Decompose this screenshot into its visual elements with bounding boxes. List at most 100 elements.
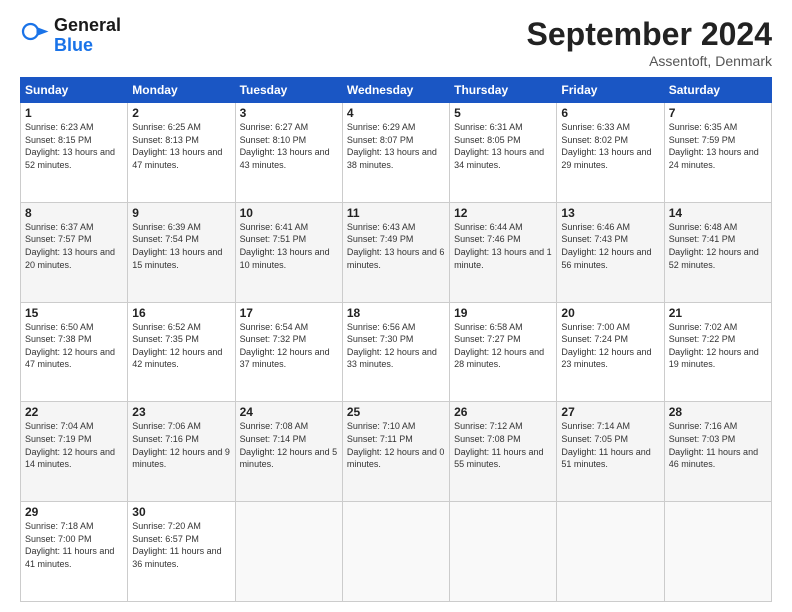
calendar-week: 8 Sunrise: 6:37 AM Sunset: 7:57 PM Dayli… [21, 202, 772, 302]
table-row: 21 Sunrise: 7:02 AM Sunset: 7:22 PM Dayl… [664, 302, 771, 402]
table-row: 7 Sunrise: 6:35 AM Sunset: 7:59 PM Dayli… [664, 103, 771, 203]
table-row: 28 Sunrise: 7:16 AM Sunset: 7:03 PM Dayl… [664, 402, 771, 502]
day-info: Sunrise: 6:48 AM Sunset: 7:41 PM Dayligh… [669, 221, 767, 271]
table-row: 1 Sunrise: 6:23 AM Sunset: 8:15 PM Dayli… [21, 103, 128, 203]
table-row: 4 Sunrise: 6:29 AM Sunset: 8:07 PM Dayli… [342, 103, 449, 203]
day-number: 7 [669, 106, 767, 120]
day-info: Sunrise: 6:56 AM Sunset: 7:30 PM Dayligh… [347, 321, 445, 371]
day-info: Sunrise: 7:00 AM Sunset: 7:24 PM Dayligh… [561, 321, 659, 371]
day-info: Sunrise: 7:20 AM Sunset: 6:57 PM Dayligh… [132, 520, 230, 570]
table-row: 17 Sunrise: 6:54 AM Sunset: 7:32 PM Dayl… [235, 302, 342, 402]
table-row: 25 Sunrise: 7:10 AM Sunset: 7:11 PM Dayl… [342, 402, 449, 502]
table-row: 5 Sunrise: 6:31 AM Sunset: 8:05 PM Dayli… [450, 103, 557, 203]
month-title: September 2024 [527, 16, 772, 53]
day-info: Sunrise: 6:44 AM Sunset: 7:46 PM Dayligh… [454, 221, 552, 271]
table-row: 19 Sunrise: 6:58 AM Sunset: 7:27 PM Dayl… [450, 302, 557, 402]
day-number: 24 [240, 405, 338, 419]
table-row: 14 Sunrise: 6:48 AM Sunset: 7:41 PM Dayl… [664, 202, 771, 302]
header: General Blue September 2024 Assentoft, D… [20, 16, 772, 69]
day-number: 26 [454, 405, 552, 419]
table-row [235, 502, 342, 602]
day-number: 10 [240, 206, 338, 220]
day-info: Sunrise: 6:35 AM Sunset: 7:59 PM Dayligh… [669, 121, 767, 171]
table-row: 16 Sunrise: 6:52 AM Sunset: 7:35 PM Dayl… [128, 302, 235, 402]
day-number: 22 [25, 405, 123, 419]
day-info: Sunrise: 6:31 AM Sunset: 8:05 PM Dayligh… [454, 121, 552, 171]
col-tuesday: Tuesday [235, 78, 342, 103]
day-number: 29 [25, 505, 123, 519]
day-info: Sunrise: 6:58 AM Sunset: 7:27 PM Dayligh… [454, 321, 552, 371]
day-number: 27 [561, 405, 659, 419]
header-row: Sunday Monday Tuesday Wednesday Thursday… [21, 78, 772, 103]
logo-icon [20, 21, 50, 51]
location-subtitle: Assentoft, Denmark [527, 53, 772, 69]
table-row: 29 Sunrise: 7:18 AM Sunset: 7:00 PM Dayl… [21, 502, 128, 602]
day-info: Sunrise: 7:14 AM Sunset: 7:05 PM Dayligh… [561, 420, 659, 470]
table-row: 18 Sunrise: 6:56 AM Sunset: 7:30 PM Dayl… [342, 302, 449, 402]
table-row: 13 Sunrise: 6:46 AM Sunset: 7:43 PM Dayl… [557, 202, 664, 302]
day-number: 14 [669, 206, 767, 220]
day-number: 2 [132, 106, 230, 120]
table-row [664, 502, 771, 602]
day-info: Sunrise: 7:10 AM Sunset: 7:11 PM Dayligh… [347, 420, 445, 470]
day-info: Sunrise: 7:16 AM Sunset: 7:03 PM Dayligh… [669, 420, 767, 470]
day-number: 16 [132, 306, 230, 320]
col-wednesday: Wednesday [342, 78, 449, 103]
logo-blue: Blue [54, 36, 121, 56]
col-saturday: Saturday [664, 78, 771, 103]
logo-general: General [54, 16, 121, 36]
calendar-week: 22 Sunrise: 7:04 AM Sunset: 7:19 PM Dayl… [21, 402, 772, 502]
day-number: 17 [240, 306, 338, 320]
table-row: 22 Sunrise: 7:04 AM Sunset: 7:19 PM Dayl… [21, 402, 128, 502]
day-info: Sunrise: 6:23 AM Sunset: 8:15 PM Dayligh… [25, 121, 123, 171]
day-info: Sunrise: 7:02 AM Sunset: 7:22 PM Dayligh… [669, 321, 767, 371]
day-info: Sunrise: 6:25 AM Sunset: 8:13 PM Dayligh… [132, 121, 230, 171]
title-block: September 2024 Assentoft, Denmark [527, 16, 772, 69]
calendar-week: 15 Sunrise: 6:50 AM Sunset: 7:38 PM Dayl… [21, 302, 772, 402]
logo-text: General Blue [54, 16, 121, 56]
day-info: Sunrise: 6:37 AM Sunset: 7:57 PM Dayligh… [25, 221, 123, 271]
day-number: 13 [561, 206, 659, 220]
day-info: Sunrise: 6:52 AM Sunset: 7:35 PM Dayligh… [132, 321, 230, 371]
table-row: 20 Sunrise: 7:00 AM Sunset: 7:24 PM Dayl… [557, 302, 664, 402]
day-number: 30 [132, 505, 230, 519]
table-row: 12 Sunrise: 6:44 AM Sunset: 7:46 PM Dayl… [450, 202, 557, 302]
day-number: 11 [347, 206, 445, 220]
table-row: 2 Sunrise: 6:25 AM Sunset: 8:13 PM Dayli… [128, 103, 235, 203]
day-info: Sunrise: 7:06 AM Sunset: 7:16 PM Dayligh… [132, 420, 230, 470]
day-info: Sunrise: 6:27 AM Sunset: 8:10 PM Dayligh… [240, 121, 338, 171]
day-number: 6 [561, 106, 659, 120]
table-row: 27 Sunrise: 7:14 AM Sunset: 7:05 PM Dayl… [557, 402, 664, 502]
day-number: 4 [347, 106, 445, 120]
day-info: Sunrise: 6:41 AM Sunset: 7:51 PM Dayligh… [240, 221, 338, 271]
table-row: 9 Sunrise: 6:39 AM Sunset: 7:54 PM Dayli… [128, 202, 235, 302]
day-number: 23 [132, 405, 230, 419]
table-row [450, 502, 557, 602]
table-row: 3 Sunrise: 6:27 AM Sunset: 8:10 PM Dayli… [235, 103, 342, 203]
day-info: Sunrise: 7:12 AM Sunset: 7:08 PM Dayligh… [454, 420, 552, 470]
table-row: 6 Sunrise: 6:33 AM Sunset: 8:02 PM Dayli… [557, 103, 664, 203]
table-row: 23 Sunrise: 7:06 AM Sunset: 7:16 PM Dayl… [128, 402, 235, 502]
day-number: 8 [25, 206, 123, 220]
day-number: 25 [347, 405, 445, 419]
table-row [557, 502, 664, 602]
page: General Blue September 2024 Assentoft, D… [0, 0, 792, 612]
col-friday: Friday [557, 78, 664, 103]
day-number: 21 [669, 306, 767, 320]
day-number: 28 [669, 405, 767, 419]
table-row: 15 Sunrise: 6:50 AM Sunset: 7:38 PM Dayl… [21, 302, 128, 402]
calendar-week: 1 Sunrise: 6:23 AM Sunset: 8:15 PM Dayli… [21, 103, 772, 203]
day-info: Sunrise: 7:04 AM Sunset: 7:19 PM Dayligh… [25, 420, 123, 470]
day-number: 9 [132, 206, 230, 220]
day-info: Sunrise: 7:18 AM Sunset: 7:00 PM Dayligh… [25, 520, 123, 570]
day-info: Sunrise: 6:33 AM Sunset: 8:02 PM Dayligh… [561, 121, 659, 171]
day-number: 12 [454, 206, 552, 220]
day-info: Sunrise: 7:08 AM Sunset: 7:14 PM Dayligh… [240, 420, 338, 470]
calendar-table: Sunday Monday Tuesday Wednesday Thursday… [20, 77, 772, 602]
day-info: Sunrise: 6:29 AM Sunset: 8:07 PM Dayligh… [347, 121, 445, 171]
day-info: Sunrise: 6:50 AM Sunset: 7:38 PM Dayligh… [25, 321, 123, 371]
col-thursday: Thursday [450, 78, 557, 103]
day-number: 1 [25, 106, 123, 120]
col-sunday: Sunday [21, 78, 128, 103]
day-number: 15 [25, 306, 123, 320]
